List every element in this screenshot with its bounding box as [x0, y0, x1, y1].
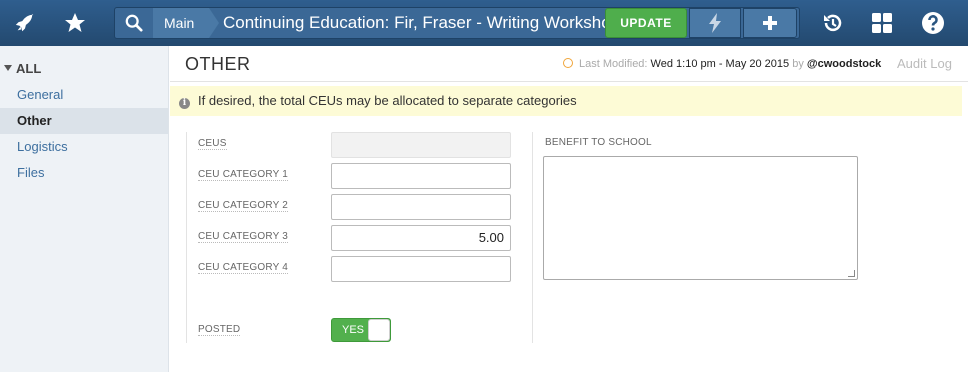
page-title: OTHER	[185, 54, 251, 74]
update-button[interactable]: UPDATE	[605, 8, 687, 38]
sidebar-item-other[interactable]: Other	[0, 108, 168, 134]
search-icon	[125, 14, 143, 32]
divider	[170, 81, 968, 82]
sidebar: ALL General Other Logistics Files	[0, 46, 169, 372]
search-button[interactable]	[115, 8, 153, 38]
modified-by-user[interactable]: @cwoodstock	[807, 58, 881, 70]
benefit-to-school-textarea[interactable]	[543, 156, 858, 280]
lightning-icon	[709, 13, 721, 33]
toggle-knob	[368, 319, 390, 341]
plus-icon	[763, 16, 777, 30]
ceu-category-2-label: CEU CATEGORY 2	[198, 200, 289, 212]
ceus-label: CEUS	[198, 138, 227, 150]
notice-text: If desired, the total CEUs may be alloca…	[198, 93, 577, 108]
quick-actions-button[interactable]	[689, 8, 741, 38]
divider	[532, 132, 533, 343]
sidebar-all-label: ALL	[16, 61, 42, 76]
info-icon: i	[179, 98, 190, 109]
sidebar-all-toggle[interactable]: ALL	[4, 61, 41, 76]
ceus-field	[331, 132, 511, 158]
ceu-category-3-input[interactable]: 5.00	[331, 225, 511, 251]
rocket-icon[interactable]	[2, 0, 48, 46]
top-bar: Main Continuing Education: Fir, Fraser -…	[0, 0, 968, 46]
caret-down-icon	[4, 65, 12, 71]
resize-grip-icon[interactable]	[848, 270, 855, 277]
ceu-category-1-input[interactable]	[331, 163, 511, 189]
ceu-category-4-input[interactable]	[331, 256, 511, 282]
last-modified-value: Wed 1:10 pm - May 20 2015	[650, 58, 790, 70]
breadcrumb-separator	[209, 8, 219, 38]
posted-toggle-label: YES	[342, 324, 365, 336]
record-title: Continuing Education: Fir, Fraser - Writ…	[223, 13, 621, 32]
last-modified-info: Last Modified: Wed 1:10 pm - May 20 2015…	[563, 58, 881, 70]
sidebar-item-general[interactable]: General	[0, 82, 168, 108]
grid-icon[interactable]	[859, 0, 905, 46]
benefit-to-school-label: BENEFIT TO SCHOOL	[545, 137, 652, 148]
ceu-category-2-input[interactable]	[331, 194, 511, 220]
history-icon[interactable]	[810, 0, 856, 46]
clock-icon	[563, 58, 573, 68]
posted-label: POSTED	[198, 324, 241, 336]
help-icon[interactable]	[910, 0, 956, 46]
sidebar-item-logistics[interactable]: Logistics	[0, 134, 168, 160]
info-notice: i If desired, the total CEUs may be alloc…	[170, 86, 962, 116]
ceu-category-3-label: CEU CATEGORY 3	[198, 231, 289, 243]
breadcrumb-main[interactable]: Main	[153, 8, 209, 38]
star-icon[interactable]	[52, 0, 98, 46]
ceu-category-1-label: CEU CATEGORY 1	[198, 169, 289, 181]
sidebar-item-files[interactable]: Files	[0, 160, 168, 186]
audit-log-link[interactable]: Audit Log	[897, 56, 952, 71]
ceu-category-4-label: CEU CATEGORY 4	[198, 262, 289, 274]
divider	[186, 132, 187, 343]
add-button[interactable]	[743, 8, 797, 38]
posted-toggle[interactable]: YES	[331, 318, 391, 342]
